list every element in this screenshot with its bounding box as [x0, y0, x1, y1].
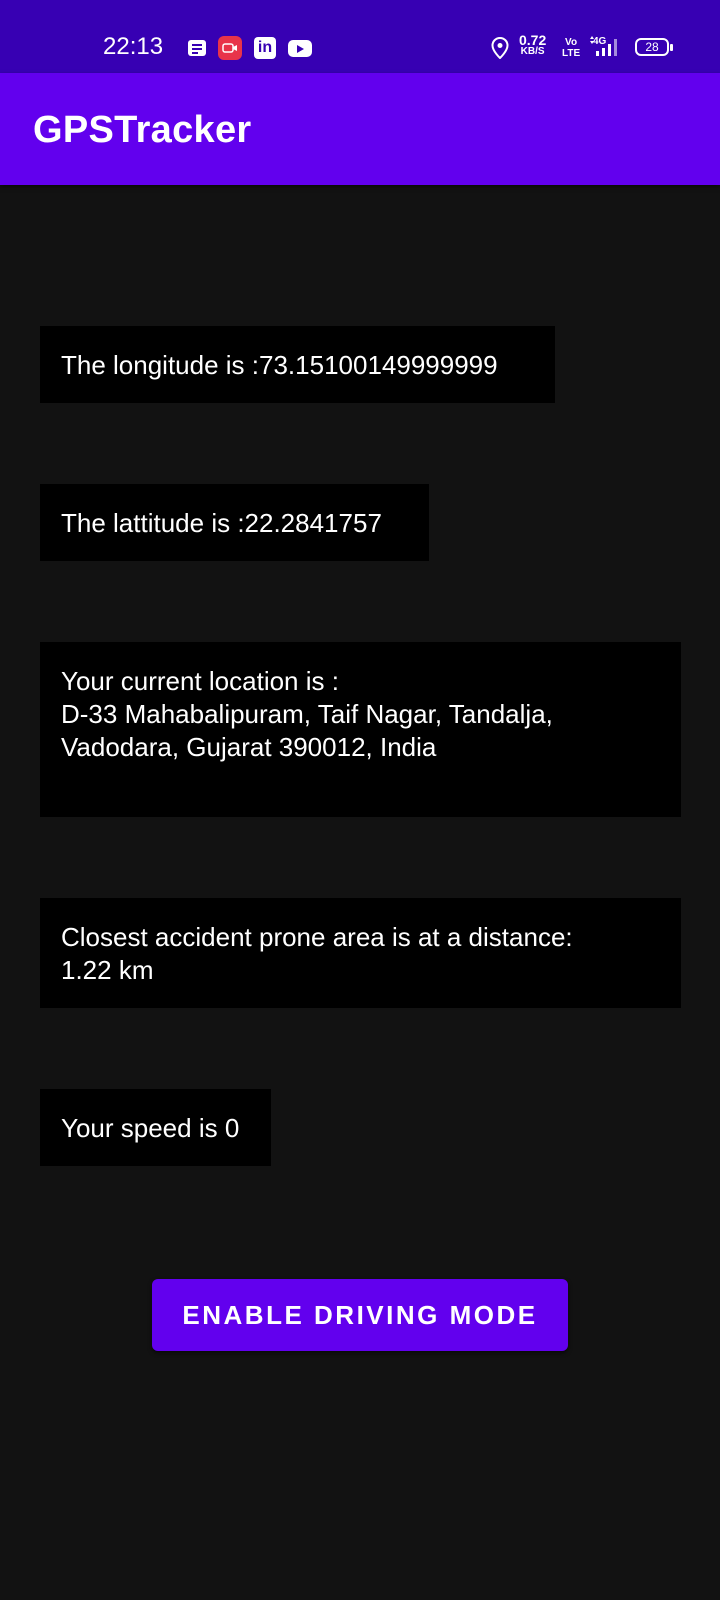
network-speed-value: 0.72 — [519, 32, 547, 48]
speed-card: Your speed is 0 — [40, 1089, 271, 1166]
accident-distance-card: Closest accident prone area is at a dist… — [40, 898, 681, 1008]
network-speed-unit: KB/S — [520, 46, 545, 57]
volte-indicator: Vo LTE — [562, 37, 580, 59]
speed-text: Your speed is 0 — [61, 1113, 240, 1143]
accident-heading: Closest accident prone area is at a dist… — [61, 922, 573, 952]
network-speed: 0.72 KB/S — [519, 32, 547, 57]
location-card: Your current location is : D-33 Mahabali… — [40, 642, 681, 817]
status-time: 22:13 — [103, 33, 164, 60]
latitude-card: The lattitude is :22.2841757 — [40, 484, 429, 561]
location-address-line2: Vadodara, Gujarat 390012, India — [61, 732, 437, 762]
location-icon — [490, 37, 510, 59]
accident-distance-value: 1.22 km — [61, 955, 154, 985]
signal-icon: 4G — [587, 36, 621, 58]
screen-record-icon — [218, 36, 242, 60]
longitude-text: The longitude is :73.15100149999999 — [61, 350, 498, 380]
longitude-card: The longitude is :73.15100149999999 — [40, 326, 555, 403]
enable-driving-mode-button[interactable]: ENABLE DRIVING MODE — [152, 1279, 568, 1351]
youtube-icon — [288, 40, 312, 57]
status-bar: 22:13 in 0.72 KB/S Vo LTE 4G 28 — [0, 0, 720, 73]
location-heading: Your current location is : — [61, 666, 339, 696]
linkedin-icon: in — [254, 37, 276, 59]
app-bar: GPSTracker — [0, 73, 720, 185]
message-icon — [186, 37, 208, 59]
volte-bottom: LTE — [562, 48, 581, 59]
battery-icon: 28 — [635, 38, 673, 56]
app-title: GPSTracker — [33, 109, 252, 151]
volte-top: Vo — [565, 37, 578, 48]
location-address-line1: D-33 Mahabalipuram, Taif Nagar, Tandalja… — [61, 699, 553, 729]
latitude-text: The lattitude is :22.2841757 — [61, 508, 382, 538]
